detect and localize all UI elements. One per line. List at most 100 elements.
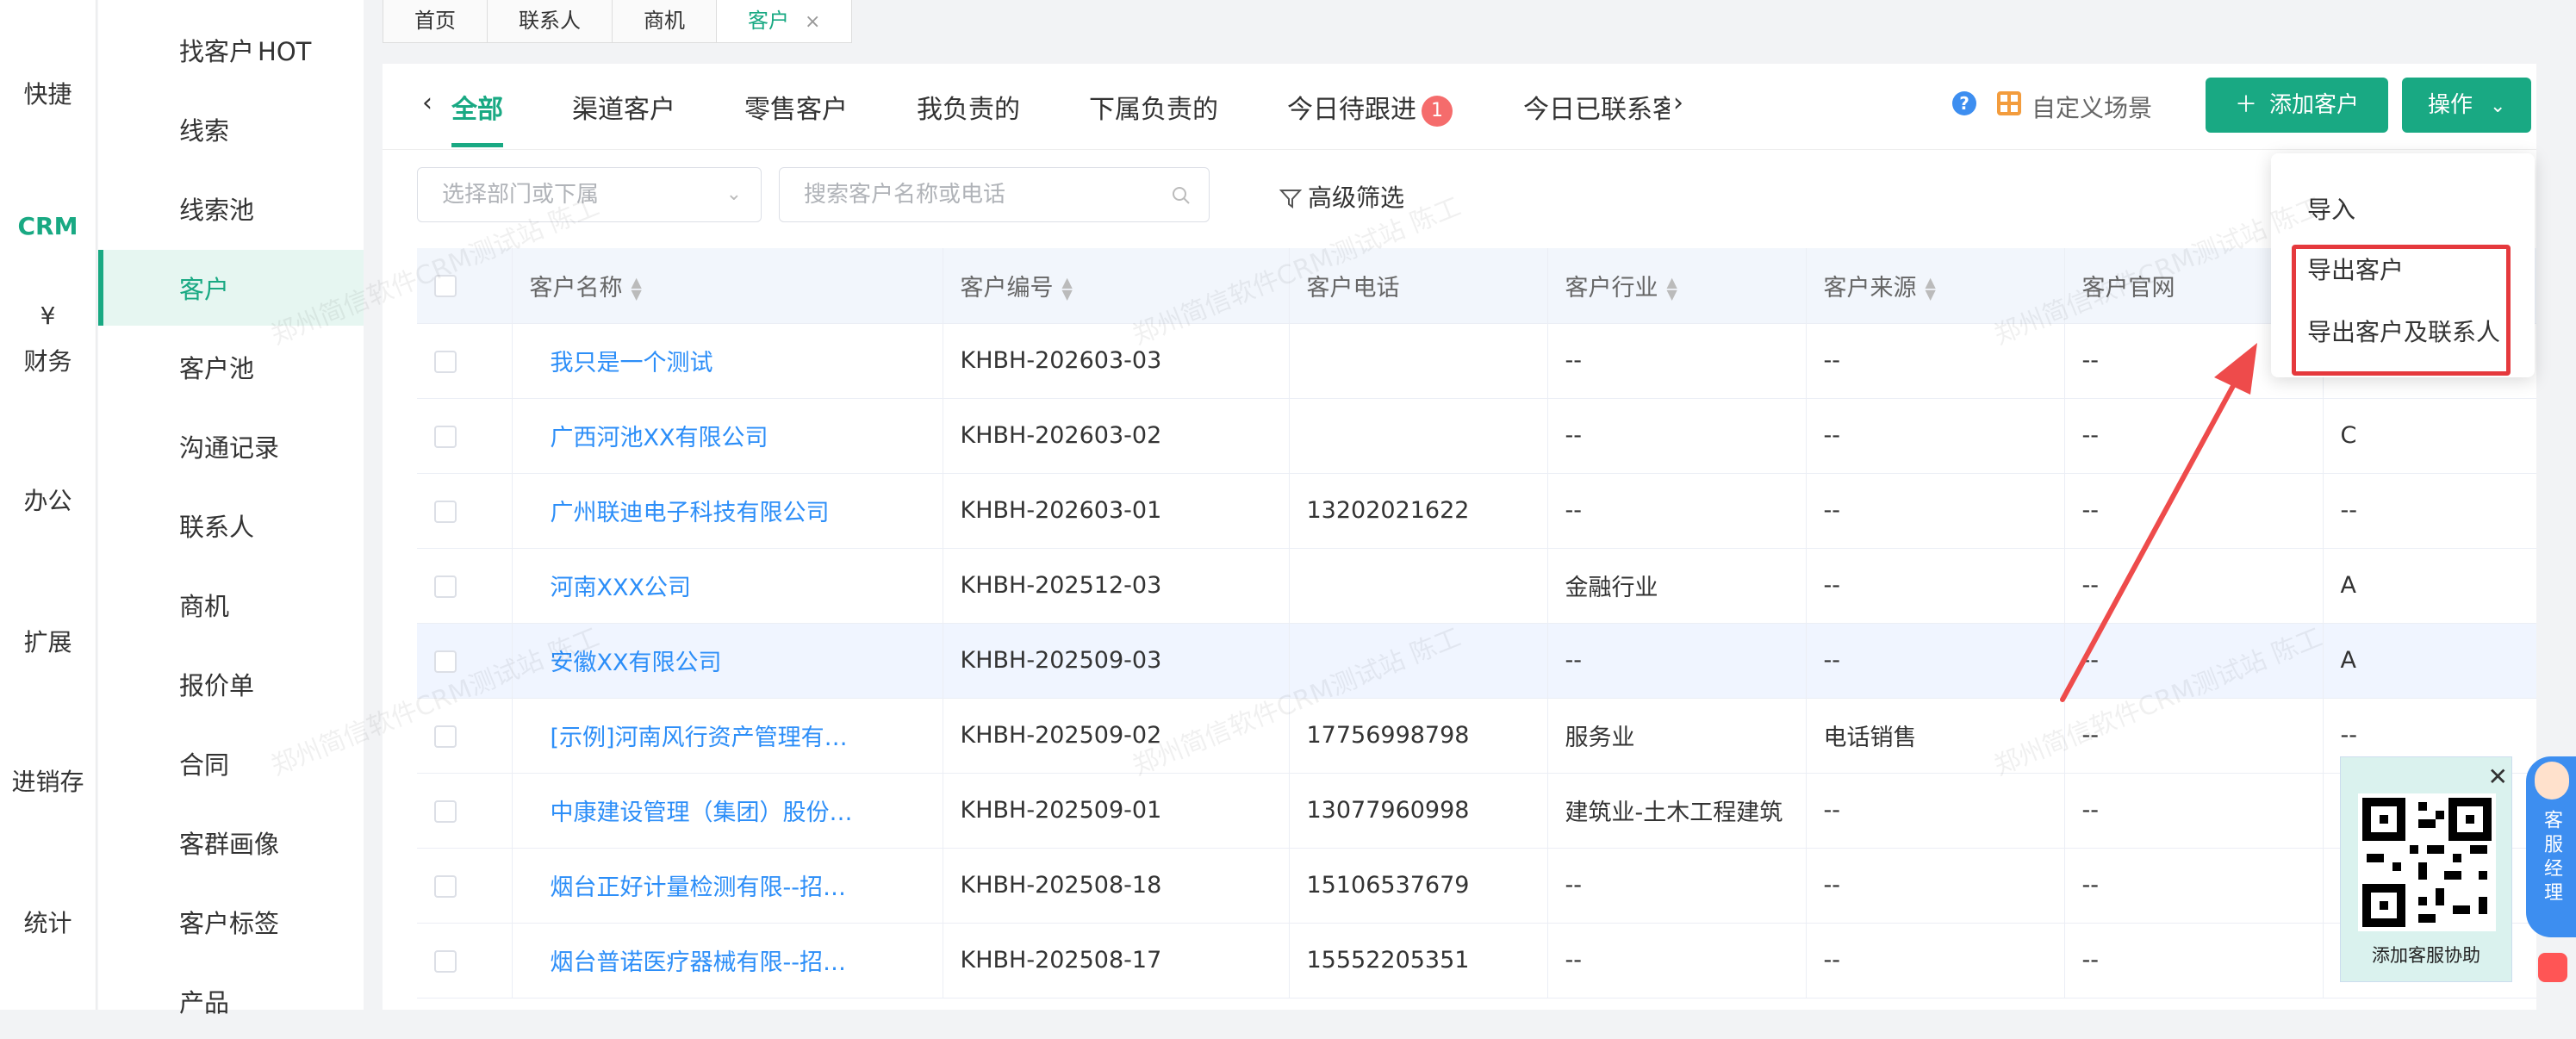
page-tab[interactable]: 联系人 — [487, 0, 613, 43]
follow-flag-icon[interactable] — [890, 504, 909, 523]
sidebar-item-record[interactable]: 沟通记录 — [98, 408, 364, 484]
customer-name-link[interactable]: 河南XXX公司 — [530, 569, 692, 602]
rail-item-label: 统计 — [23, 909, 72, 937]
sidebar-item-portrait[interactable]: 客群画像 — [98, 805, 364, 880]
advanced-filter-button[interactable]: 高级筛选 — [1279, 179, 1404, 214]
scene-tab-all[interactable]: 全部 — [451, 88, 503, 147]
row-checkbox[interactable] — [434, 874, 457, 898]
scene-next-icon[interactable]: › — [1673, 88, 1683, 118]
dept-select[interactable]: 选择部门或下属 ⌄ — [417, 167, 762, 222]
product-icon — [131, 986, 160, 1016]
table-row[interactable]: 安徽XX有限公司 KHBH-202509-03 -- -- -- A — [417, 623, 2536, 699]
customer-name-link[interactable]: 安徽XX有限公司 — [530, 644, 722, 677]
customer-name-link[interactable]: 广州联迪电子科技有限公司 — [530, 494, 830, 527]
rail-item-stats[interactable]: 统计 — [0, 863, 96, 939]
rail-item-crm[interactable]: CRM — [0, 171, 96, 240]
scene-tab-mine[interactable]: 我负责的 — [917, 88, 1020, 126]
scene-tab-retail[interactable]: 零售客户 — [744, 88, 848, 126]
advanced-filter-label: 高级筛选 — [1308, 184, 1405, 212]
customer-website-cell: -- — [2064, 698, 2324, 774]
customer-name-link[interactable]: 广西河池XX有限公司 — [530, 419, 768, 452]
rail-item-extend[interactable]: 扩展 — [0, 582, 96, 658]
table-row[interactable]: 烟台正好计量检测有限--招商部 KHBH-202508-18 15106537679… — [417, 848, 2536, 924]
row-checkbox[interactable] — [434, 725, 457, 748]
page-tab[interactable]: 商机 — [612, 0, 717, 43]
filter-icon — [1279, 190, 1303, 208]
table-row[interactable]: [示例]河南风行资产管理有限公司 KHBH-202509-02 1775699879… — [417, 698, 2536, 774]
sidebar-item-clue-pool[interactable]: 线索池 — [98, 171, 364, 246]
service-manager-button[interactable]: 客服经理 — [2526, 756, 2576, 937]
follow-flag-icon[interactable] — [890, 954, 909, 973]
page-tab[interactable]: 客户 × — [716, 0, 853, 43]
table-row[interactable]: 广州联迪电子科技有限公司 KHBH-202603-01 13202021622 -- -… — [417, 473, 2536, 549]
lightbulb-icon[interactable] — [914, 726, 936, 750]
col-source[interactable]: 客户来源 ▲ ▼ — [1806, 248, 2065, 324]
follow-flag-icon[interactable] — [890, 354, 909, 373]
follow-flag-icon[interactable] — [890, 654, 909, 673]
help-icon[interactable]: ? — [1952, 91, 1976, 115]
scene-tab-channel[interactable]: 渠道客户 — [572, 88, 675, 126]
sidebar-item-tag[interactable]: 客户标签 — [98, 884, 364, 960]
table-row[interactable]: 我只是一个测试 KHBH-202603-03 -- -- -- — [417, 323, 2536, 399]
table-row[interactable]: 广西河池XX有限公司 KHBH-202603-02 -- -- -- C — [417, 398, 2536, 474]
sidebar-item-find-customer[interactable]: 找客户 HOT — [98, 12, 364, 88]
col-name[interactable]: 客户名称 ▲ ▼ — [512, 248, 943, 324]
sidebar-item-clue[interactable]: 线索 — [98, 91, 364, 167]
customer-name-link[interactable]: 我只是一个测试 — [530, 344, 713, 377]
sidebar-item-opportunity[interactable]: 商机 — [98, 567, 364, 643]
row-checkbox[interactable] — [434, 799, 457, 823]
sidebar-item-customer[interactable]: 客户 — [98, 250, 364, 326]
scene-tab-today-followup[interactable]: 今日待跟进 1 — [1287, 88, 1453, 127]
sidebar-item-contact[interactable]: 联系人 — [98, 488, 364, 563]
import-menu-item[interactable]: 导入 — [2307, 191, 2355, 226]
sidebar-item-customer-pool[interactable]: 客户池 — [98, 329, 364, 405]
follow-flag-icon[interactable] — [890, 729, 909, 748]
sidebar-item-label: 商机 — [179, 592, 230, 621]
follow-flag-icon[interactable] — [890, 429, 909, 448]
sidebar-item-label: 客户标签 — [179, 909, 280, 938]
sidebar-item-contract[interactable]: 合同 — [98, 725, 364, 801]
customer-name-link[interactable]: [示例]河南风行资产管理有限公司 — [530, 719, 866, 752]
row-checkbox[interactable] — [434, 425, 457, 448]
col-industry[interactable]: 客户行业 ▲ ▼ — [1547, 248, 1807, 324]
rail-item-monitor[interactable]: 办公 — [0, 441, 96, 517]
page-tab[interactable]: 首页 — [383, 0, 488, 43]
table-row[interactable]: 中康建设管理（集团）股份有限公司 KHBH-202509-011307796099… — [417, 773, 2536, 849]
chat-icon[interactable] — [2538, 953, 2567, 982]
lightbulb-icon[interactable] — [914, 576, 936, 600]
add-customer-button[interactable]: ＋ 添加客户 — [2206, 78, 2389, 133]
scene-tab-subordinate[interactable]: 下属负责的 — [1089, 88, 1218, 126]
customer-source-cell: -- — [1806, 548, 2065, 624]
row-checkbox[interactable] — [434, 350, 457, 373]
customer-name-link[interactable]: 中康建设管理（集团）股份有限公司 — [530, 793, 866, 827]
row-checkbox[interactable] — [434, 575, 457, 598]
search-input[interactable]: 搜索客户名称或电话 — [779, 167, 1210, 222]
sidebar-item-product[interactable]: 产品 — [98, 963, 364, 1039]
customer-name-link[interactable]: 烟台普诺医疗器械有限--招商部 — [530, 943, 866, 977]
lightbulb-icon[interactable] — [914, 501, 936, 526]
rail-item-home[interactable]: 快捷 — [0, 34, 96, 110]
select-all-checkbox[interactable] — [434, 275, 457, 298]
follow-flag-icon[interactable] — [890, 804, 909, 823]
table-row[interactable]: 河南XXX公司 KHBH-202512-03 金融行业 -- -- A — [417, 548, 2536, 624]
rail-item-finance[interactable]: ¥ 财务 — [0, 302, 96, 377]
sidebar-item-quote[interactable]: 报价单 — [98, 646, 364, 722]
follow-flag-icon[interactable] — [890, 879, 909, 898]
row-checkbox[interactable] — [434, 650, 457, 673]
custom-scene-button[interactable]: 自定义场景 — [2032, 90, 2152, 124]
customer-phone-cell: 13202021622 — [1289, 473, 1548, 549]
operations-button[interactable]: 操作 ⌄ — [2402, 78, 2532, 133]
rail-item-warehouse[interactable]: 进销存 — [0, 722, 96, 798]
close-icon[interactable]: × — [805, 11, 820, 33]
follow-flag-icon[interactable] — [890, 579, 909, 598]
customer-name-link[interactable]: 烟台正好计量检测有限--招商部 — [530, 868, 866, 902]
lightbulb-icon[interactable] — [914, 651, 936, 675]
qr-close-icon[interactable]: ✕ — [2488, 762, 2508, 791]
col-code[interactable]: 客户编号 ▲ ▼ — [943, 248, 1290, 324]
row-checkbox[interactable] — [434, 500, 457, 523]
row-checkbox[interactable] — [434, 949, 457, 973]
scene-tab-today-contacted[interactable]: 今日已联系客户 — [1523, 88, 1670, 126]
table-row[interactable]: 烟台普诺医疗器械有限--招商部 KHBH-202508-17 15552205351… — [417, 923, 2536, 999]
main-panel: ‹ 全部 渠道客户 零售客户 我负责的 下属负责的 今日待跟进1 今日已联系客户… — [383, 64, 2536, 1010]
scene-prev-icon[interactable]: ‹ — [422, 88, 432, 118]
